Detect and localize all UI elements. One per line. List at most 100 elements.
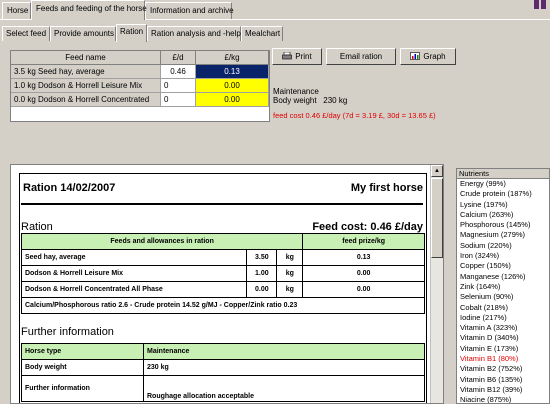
list-item[interactable]: Crude protein (187%) [457,189,549,199]
feed-cost-per-day: 0.46 [161,65,196,79]
graph-button-label: Graph [423,52,446,61]
tab-label: Ration [120,27,144,36]
horse-type-text: Maintenance [273,87,319,96]
ratio-text: Calcium/Phosphorous ratio 2.6 - Crude pr… [21,297,425,314]
tab-label: Provide amounts [54,29,115,38]
list-item[interactable]: Vitamin B1 (80%) [457,354,549,364]
table-row: Dodson & Horrell Concentrated All Phase … [20,281,425,298]
nutrients-header: Nutrients [457,169,549,179]
column-header-per-kg[interactable]: £/kg [196,51,269,65]
list-item[interactable]: Magnesium (279%) [457,230,549,240]
feed-grid: Feed name £/d £/kg 3.5 kg Seed hay, aver… [10,50,270,122]
info-label: Further information [21,375,144,402]
info-value: 230 kg [143,359,425,376]
scroll-up-arrow-icon[interactable]: ▲ [431,165,443,177]
info-row: Body weight 230 kg [21,359,425,376]
tab-label: Information and archive [150,6,234,15]
list-item[interactable]: Lysine (197%) [457,200,549,210]
feed-name: Seed hay, average [38,67,105,76]
email-ration-button[interactable]: Email ration [326,48,396,65]
email-ration-label: Email ration [339,52,383,61]
list-item[interactable]: Niacine (875%) [457,395,549,403]
feed-grid-row[interactable]: 1.0 kg Dodson & Horrell Leisure Mix 0 0.… [11,79,269,93]
tab-information-archive[interactable]: Information and archive [145,2,234,19]
table-header-feeds: Feeds and allowances in ration [20,233,304,250]
table-header-row: Feeds and allowances in ration feed priz… [20,233,425,250]
feed-cost-per-day: 0 [161,93,196,107]
tab-ration-analysis[interactable]: Ration analysis and -help [147,26,241,41]
ration-table: Feeds and allowances in ration feed priz… [20,233,425,314]
list-item[interactable]: Energy (99%) [457,179,549,189]
body-weight-label: Body weight [273,96,317,105]
tab-mealchart[interactable]: Mealchart [241,26,283,41]
info-label: Body weight [21,359,144,376]
feed-amount: 3.50 [246,249,278,266]
graph-button[interactable]: Graph [400,48,456,65]
list-item[interactable]: Cobalt (218%) [457,303,549,313]
tab-select-feed[interactable]: Select feed [2,26,50,41]
list-item[interactable]: Vitamin B12 (39%) [457,385,549,395]
list-item[interactable]: Vitamin A (323%) [457,323,549,333]
main-tab-bar: Horse Feeds and feeding of the horse Inf… [0,0,550,20]
print-button[interactable]: Print [272,48,322,65]
report-scrollbar[interactable]: ▲ [430,165,443,403]
feed-unit: kg [276,281,304,298]
list-item[interactable]: Calcium (263%) [457,210,549,220]
further-info-table: Horse type Maintenance Body weight 230 k… [21,343,425,402]
scroll-thumb[interactable] [431,178,443,258]
list-item[interactable]: Manganese (126%) [457,272,549,282]
column-header-per-day[interactable]: £/d [161,51,196,65]
feed-price-per-kg-input[interactable]: 0.00 [196,79,269,93]
body-weight-text: Body weight 230 kg [273,96,347,105]
list-item[interactable]: Phosphorous (145%) [457,220,549,230]
tab-ration[interactable]: Ration [116,24,147,42]
feed-price-per-kg-input[interactable]: 0.13 [196,65,269,79]
tab-horse[interactable]: Horse [2,2,31,19]
list-item[interactable]: Vitamin E (173%) [457,344,549,354]
feed-name: Dodson & Horrell Leisure Mix [20,265,248,282]
list-item[interactable]: Iron (324%) [457,251,549,261]
feed-unit: kg [276,249,304,266]
list-item[interactable]: Vitamin B2 (752%) [457,364,549,374]
app-logo-icon [534,0,548,10]
feed-price: 0.00 [302,265,425,282]
info-row: Horse type Maintenance [21,343,425,360]
feed-cost-summary: feed cost 0.46 £/day (7d = 3.19 £, 30d =… [273,111,436,120]
feed-name: Dodson & Horrell Concentrated [38,95,150,104]
feed-amount: 0.00 [246,281,278,298]
feed-grid-row[interactable]: 3.5 kg Seed hay, average 0.46 0.13 [11,65,269,79]
list-item[interactable]: Zink (164%) [457,282,549,292]
feed-name-cell: 1.0 kg Dodson & Horrell Leisure Mix [11,79,161,93]
body-weight-value: 230 kg [323,96,348,105]
feed-amount: 1.0 kg [14,81,36,90]
report-divider [21,203,423,205]
table-row: Dodson & Horrell Leisure Mix 1.00 kg 0.0… [20,265,425,282]
table-header-price: feed prize/kg [302,233,425,250]
info-row: Further information Roughage allocation … [21,375,425,402]
tab-label: Mealchart [245,29,281,38]
list-item[interactable]: Selenium (90%) [457,292,549,302]
list-item[interactable]: Sodium (220%) [457,241,549,251]
info-label: Horse type [21,343,144,360]
tab-label: Select feed [6,29,47,38]
feed-grid-row[interactable]: 0.0 kg Dodson & Horrell Concentrated 0 0… [11,93,269,107]
tab-label: Feeds and feeding of the horse [36,4,147,13]
table-row: Seed hay, average 3.50 kg 0.13 [20,249,425,266]
list-item[interactable]: Vitamin B6 (135%) [457,375,549,385]
tab-provide-amounts[interactable]: Provide amounts [50,26,116,41]
list-item[interactable]: Copper (150%) [457,261,549,271]
feed-name: Seed hay, average [20,249,248,266]
column-header-feed-name[interactable]: Feed name [11,51,161,65]
list-item[interactable]: Iodine (217%) [457,313,549,323]
nutrients-items: Energy (99%) Crude protein (187%) Lysine (… [457,179,549,403]
tab-label: Horse [7,6,29,15]
ration-heading: Ration [21,221,53,233]
nutrients-list[interactable]: Nutrients Energy (99%) Crude protein (187… [456,168,550,404]
ration-report[interactable]: Ration 14/02/2007 My first horse Ration … [10,164,444,404]
list-item[interactable]: Vitamin D (340%) [457,333,549,343]
tab-feeds-and-feeding[interactable]: Feeds and feeding of the horse [31,0,147,20]
feed-name: Dodson & Horrell Leisure Mix [38,81,143,90]
sub-tab-bar: Select feed Provide amounts Ration Ratio… [0,23,550,42]
feed-price-per-kg-input[interactable]: 0.00 [196,93,269,107]
feed-price: 0.00 [302,281,425,298]
